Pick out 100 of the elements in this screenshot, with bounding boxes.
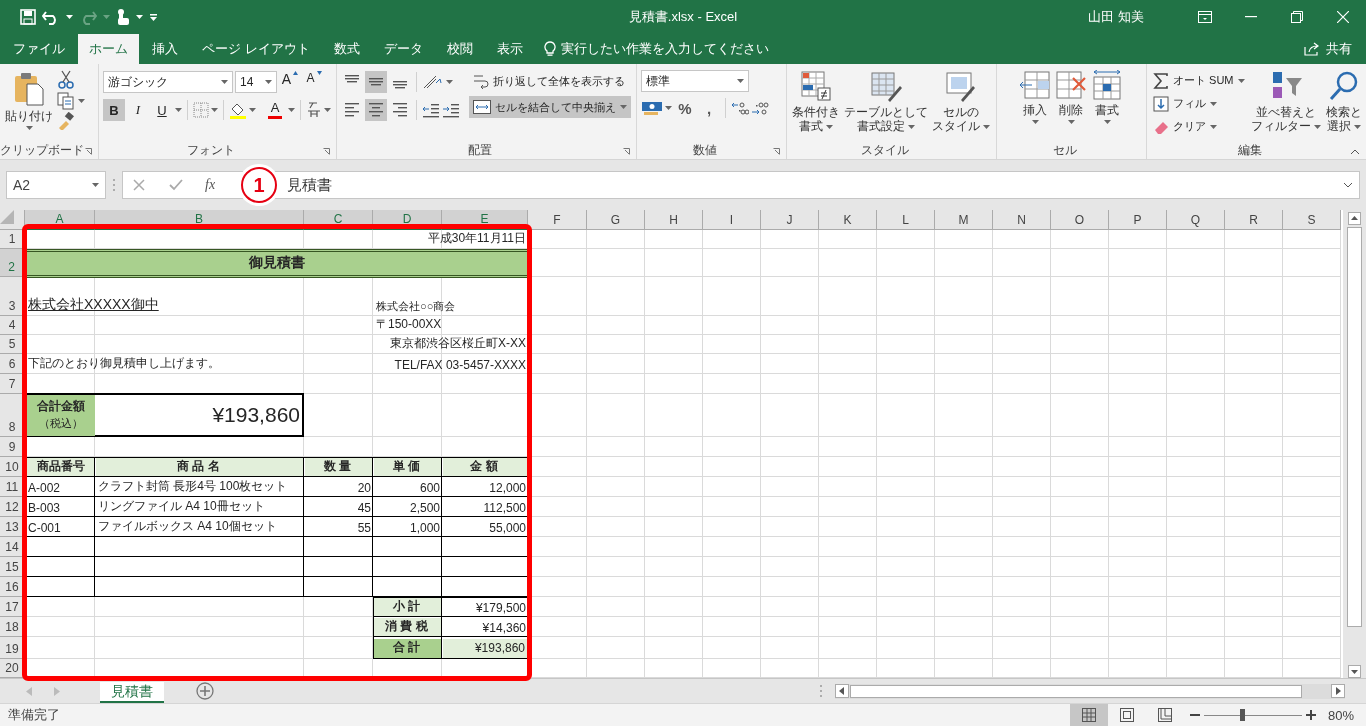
name-box[interactable]: A2 xyxy=(6,171,106,199)
column-header[interactable]: F xyxy=(528,210,587,230)
view-button[interactable] xyxy=(1069,704,1108,726)
scroll-left-icon[interactable] xyxy=(835,684,849,698)
caret-icon xyxy=(1210,101,1217,106)
column-header[interactable]: J xyxy=(761,210,819,230)
ribbon-button[interactable]: 挿入 xyxy=(1018,70,1052,141)
copy-icon[interactable] xyxy=(57,92,75,110)
column-header[interactable]: R xyxy=(1225,210,1283,230)
window-title: 見積書.xlsx - Excel xyxy=(628,8,738,26)
ribbon-button[interactable]: 並べ替えと フィルター xyxy=(1249,70,1322,141)
scroll-right-icon[interactable] xyxy=(1331,684,1345,698)
font-color-button[interactable]: A xyxy=(264,99,286,121)
decrease-decimal-icon[interactable] xyxy=(751,100,769,116)
sheet-cell: 御見積書 xyxy=(25,249,528,278)
underline-button[interactable]: U xyxy=(151,99,173,121)
ribbon-button[interactable]: 検索と 選択 xyxy=(1324,70,1363,141)
group-label: 編集 xyxy=(1238,141,1263,159)
align-bottom-icon xyxy=(392,81,408,89)
ribbon-button[interactable]: セルの スタイル xyxy=(931,70,991,141)
ribbon-tab[interactable]: 数式 xyxy=(322,34,371,64)
cell-text: A-002 xyxy=(28,481,61,495)
format-painter-icon[interactable] xyxy=(57,112,75,130)
decrease-indent-icon[interactable] xyxy=(422,102,440,118)
column-header[interactable]: Q xyxy=(1167,210,1225,230)
comma-style-button[interactable]: , xyxy=(698,97,720,119)
tell-me-field[interactable]: 実行したい作業を入力してください xyxy=(560,40,769,58)
ribbon-button[interactable]: オート SUM xyxy=(1151,70,1247,91)
expand-icon[interactable] xyxy=(1343,182,1353,188)
column-header[interactable]: S xyxy=(1283,210,1341,230)
caret-icon xyxy=(1067,120,1075,124)
hand-icon[interactable] xyxy=(116,8,130,26)
zoom-level[interactable]: 80% xyxy=(1327,707,1354,723)
zoom-slider-thumb[interactable] xyxy=(1240,708,1246,721)
column-header[interactable]: O xyxy=(1051,210,1109,230)
font-size-field[interactable]: 14 xyxy=(235,71,277,93)
scrollbar-thumb[interactable] xyxy=(850,684,1302,698)
ribbon-button[interactable]: 条件付き 書式 xyxy=(791,70,841,141)
alignment-button[interactable] xyxy=(365,99,387,121)
ribbon-button[interactable]: クリア xyxy=(1151,116,1247,137)
sheet-tab[interactable]: 見積書 xyxy=(100,682,164,703)
column-header[interactable]: K xyxy=(819,210,877,230)
ribbon-tab[interactable]: 校閲 xyxy=(435,34,484,64)
italic-button[interactable]: I xyxy=(127,99,149,121)
dialog-launcher-icon[interactable] xyxy=(323,148,330,155)
fill-color-icon[interactable] xyxy=(229,101,247,119)
zoom-in-icon[interactable] xyxy=(1305,710,1316,720)
scissors-icon[interactable] xyxy=(57,70,75,90)
increase-indent-icon[interactable] xyxy=(442,102,460,118)
increase-decimal-icon[interactable] xyxy=(731,100,749,116)
orientation-icon[interactable] xyxy=(422,74,444,90)
ribbon-button[interactable]: フィル xyxy=(1151,93,1247,114)
column-header[interactable]: G xyxy=(587,210,645,230)
caret-icon xyxy=(737,79,744,83)
grow-font-button[interactable]: A xyxy=(279,71,301,93)
alignment-button[interactable] xyxy=(365,71,387,93)
ribbon-tab[interactable]: ホーム xyxy=(78,34,139,64)
collapse-ribbon-icon[interactable] xyxy=(1350,149,1360,155)
dialog-launcher-icon[interactable] xyxy=(773,148,780,155)
column-header[interactable]: I xyxy=(703,210,761,230)
cell-text: 1,000 xyxy=(409,521,440,535)
bold-button[interactable]: B xyxy=(103,99,125,121)
save-icon[interactable] xyxy=(20,9,36,25)
ribbon-button[interactable]: 書式 xyxy=(1090,70,1124,141)
scroll-up-icon[interactable] xyxy=(1348,212,1361,225)
caret-icon xyxy=(249,108,256,112)
cell-text: リングファイル A4 10冊セット xyxy=(98,498,265,515)
column-header[interactable]: H xyxy=(645,210,703,230)
scroll-down-icon[interactable] xyxy=(1348,665,1361,678)
dialog-launcher-icon[interactable] xyxy=(623,148,630,155)
ribbon-tab[interactable]: 挿入 xyxy=(141,34,189,64)
shrink-font-button[interactable]: A xyxy=(303,71,325,93)
ribbon-display-icon xyxy=(1198,11,1212,23)
ribbon-button[interactable]: テーブルとして 書式設定 xyxy=(843,70,929,141)
ribbon-tab[interactable]: ページ レイアウト xyxy=(191,34,321,64)
merge-center-button[interactable]: セルを結合して中央揃え xyxy=(469,96,631,118)
cell-text: 株式会社XXXXX御中 xyxy=(28,296,159,314)
column-header[interactable]: M xyxy=(935,210,993,230)
percent-button[interactable]: % xyxy=(674,97,696,119)
share-button[interactable]: 共有 xyxy=(1304,34,1352,64)
add-sheet-icon[interactable] xyxy=(196,682,214,700)
dialog-launcher-icon[interactable] xyxy=(85,148,92,155)
font-name-field[interactable]: 游ゴシック xyxy=(103,71,233,93)
ribbon-tab[interactable]: ファイル xyxy=(2,34,76,64)
fill-down-icon xyxy=(1153,95,1169,112)
caret-icon xyxy=(265,80,272,84)
column-header[interactable]: N xyxy=(993,210,1051,230)
column-header[interactable]: P xyxy=(1109,210,1167,230)
ribbon-button[interactable]: 削除 xyxy=(1054,70,1088,141)
horizontal-scrollbar[interactable] xyxy=(835,683,1345,699)
vertical-scrollbar[interactable] xyxy=(1343,210,1366,678)
ribbon-tab[interactable]: 表示 xyxy=(485,34,534,64)
scrollbar-thumb[interactable] xyxy=(1347,227,1362,627)
currency-icon[interactable] xyxy=(641,100,663,116)
customize-icon[interactable] xyxy=(149,13,158,21)
number-format-field[interactable]: 標準 xyxy=(641,70,749,92)
ribbon-tab[interactable]: データ xyxy=(372,34,434,64)
column-header[interactable]: L xyxy=(877,210,935,230)
wrap-text-button[interactable]: 折り返して全体を表示する xyxy=(469,70,631,92)
paste-button[interactable]: 貼り付け xyxy=(4,70,54,141)
